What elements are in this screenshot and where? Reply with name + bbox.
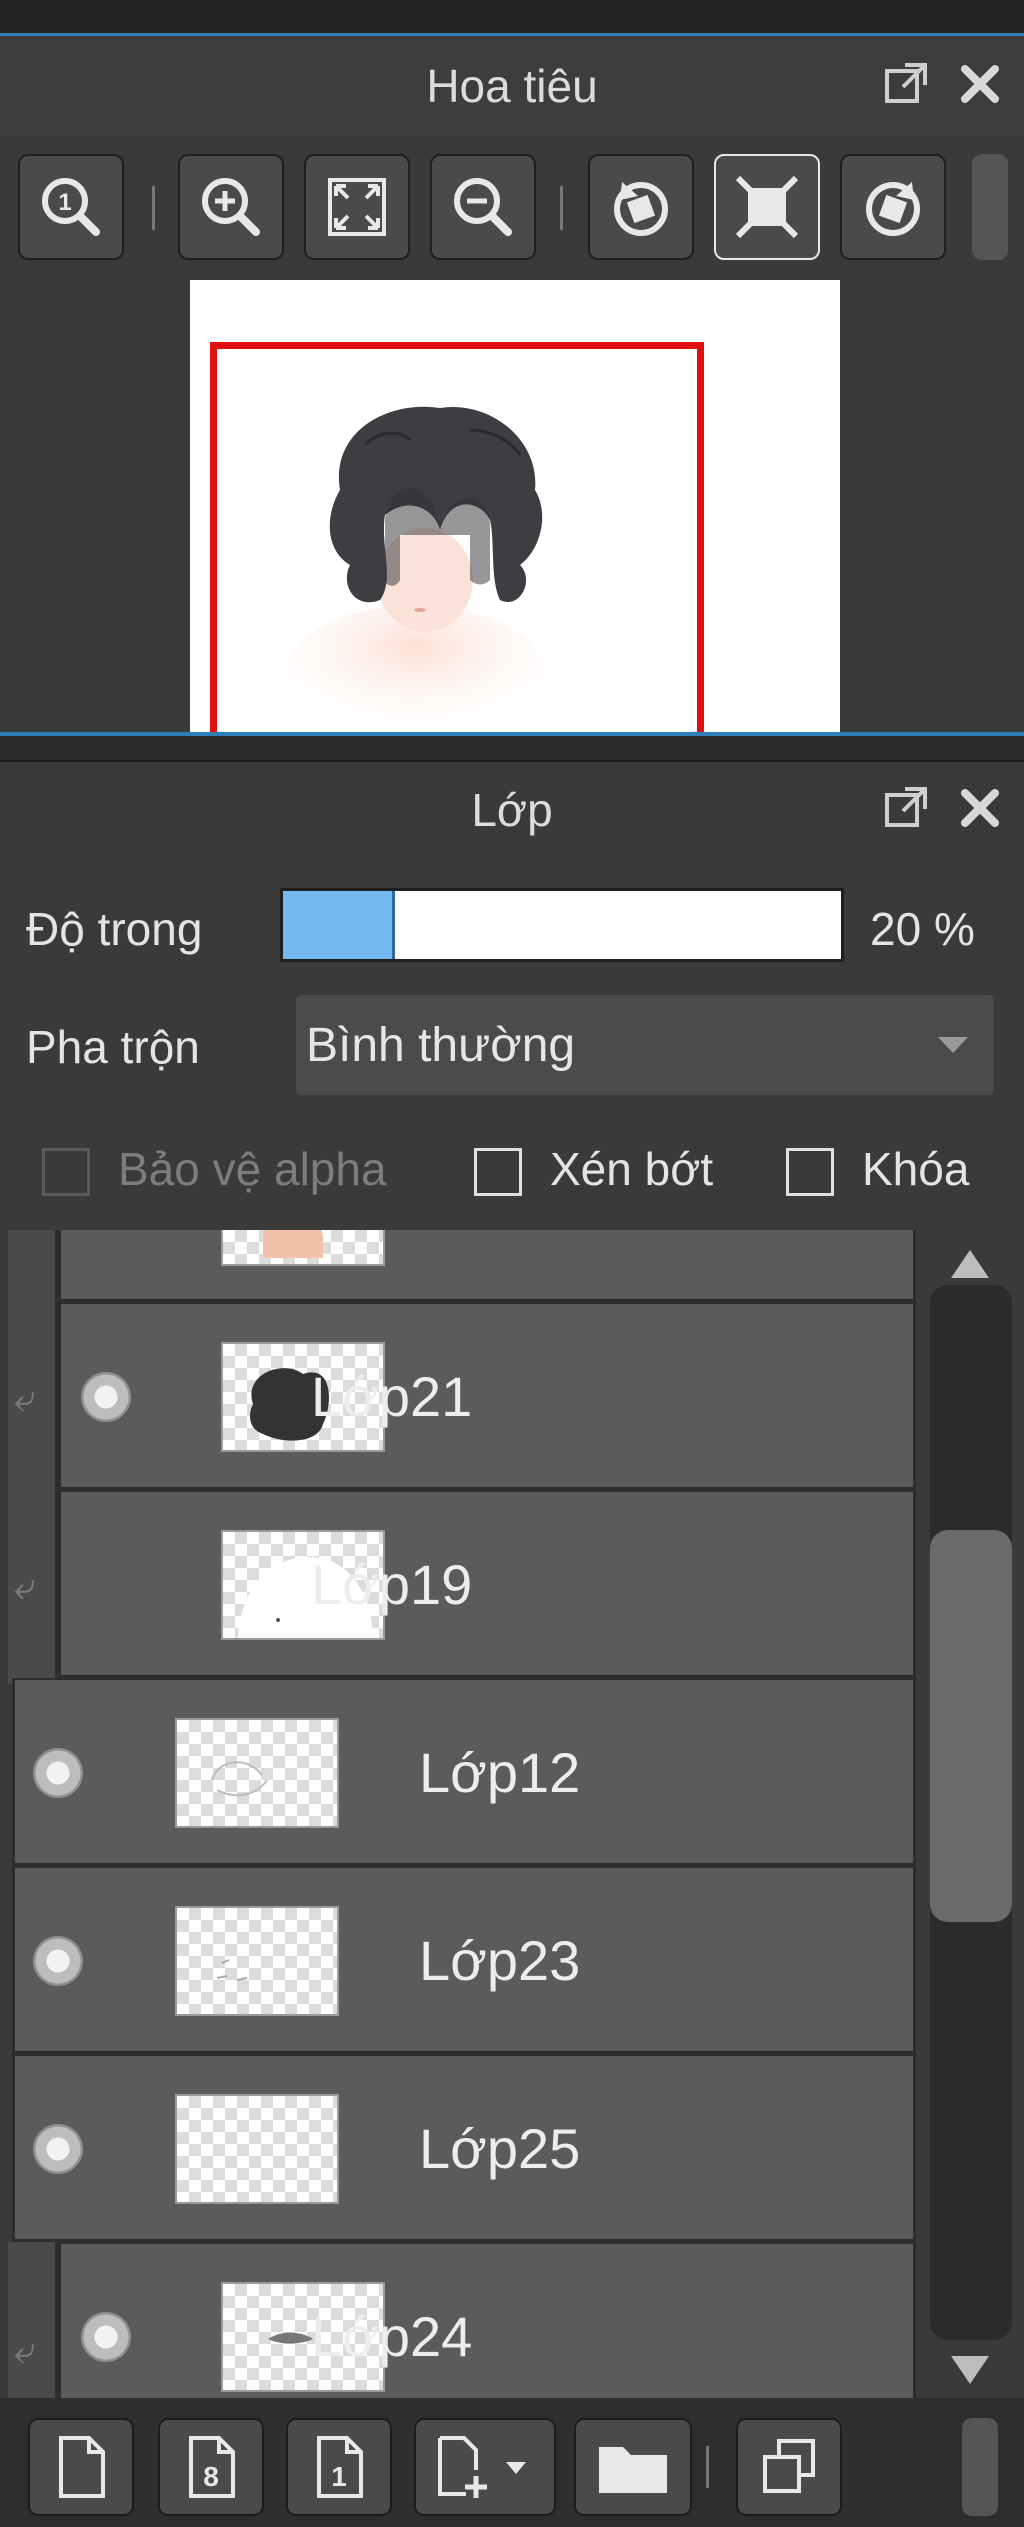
toolbar-separator: [706, 2446, 709, 2488]
rotate-left-icon: [614, 182, 668, 236]
rotate-right-icon: [866, 182, 920, 236]
layer-thumbnail: [175, 2094, 339, 2204]
view-frame[interactable]: [210, 342, 704, 732]
layer-name: Lớp21: [311, 1365, 473, 1428]
svg-text:1: 1: [58, 189, 71, 216]
new-folder-button[interactable]: [574, 2418, 692, 2516]
layer-row[interactable]: [58, 1230, 916, 1302]
layer-row[interactable]: Lớp19: [58, 1490, 916, 1678]
toolbar-separator: [152, 186, 155, 230]
layers-bottom-toolbar: 8 1: [0, 2398, 1024, 2527]
rotate-left-button[interactable]: [588, 154, 694, 260]
blend-mode-select[interactable]: Bình thường: [296, 995, 994, 1095]
scroll-up-arrow[interactable]: [951, 1250, 989, 1278]
clipping-indicator: [8, 1230, 58, 1684]
duplicate-layer-icon: [763, 2439, 815, 2493]
close-icon[interactable]: [954, 782, 1006, 834]
duplicate-layer-button[interactable]: [736, 2418, 842, 2516]
fit-screen-button[interactable]: [304, 154, 410, 260]
fit-screen-icon: [328, 178, 386, 236]
new-layer-icon: [59, 2436, 105, 2498]
scroll-down-arrow[interactable]: [951, 2356, 989, 2384]
opacity-slider-fill: [283, 891, 395, 959]
layer-thumbnail: [175, 1718, 339, 1828]
rotate-reset-icon: [735, 175, 799, 239]
clipping-indicator: [8, 2242, 58, 2398]
new-8bit-layer-icon: 8: [189, 2436, 235, 2498]
layers-title: Lớp: [471, 784, 553, 836]
rotate-right-button[interactable]: [840, 154, 946, 260]
layer-thumbnail: [221, 1230, 385, 1266]
svg-text:1: 1: [331, 2461, 347, 2492]
layer-name: Lớp19: [311, 1553, 473, 1616]
layer-row[interactable]: Lớp12: [12, 1678, 916, 1866]
svg-text:8: 8: [203, 2461, 219, 2492]
zoom-out-icon: [454, 178, 512, 236]
close-icon[interactable]: [954, 58, 1006, 110]
clipping-checkbox[interactable]: [474, 1148, 522, 1196]
lock-label: Khóa: [862, 1143, 970, 1195]
opacity-slider[interactable]: [280, 888, 844, 962]
lock-checkbox[interactable]: [786, 1148, 834, 1196]
clip-arrow-icon: ⤶: [14, 1566, 36, 1608]
bottom-toolbar-scrollbar[interactable]: [962, 2418, 998, 2516]
layer-row[interactable]: Lớp23: [12, 1866, 916, 2054]
top-window-strip: [0, 0, 1024, 36]
zoom-in-button[interactable]: [178, 154, 284, 260]
layer-row[interactable]: Lớp24: [58, 2242, 916, 2398]
blend-mode-label: Pha trộn: [26, 1021, 200, 1073]
zoom-out-button[interactable]: [430, 154, 536, 260]
rotate-reset-button[interactable]: [714, 154, 820, 260]
navigator-preview[interactable]: [0, 278, 1024, 732]
blend-mode-value: Bình thường: [306, 1018, 576, 1072]
layer-row[interactable]: Lớp25: [12, 2054, 916, 2242]
new-1bit-layer-button[interactable]: 1: [286, 2418, 392, 2516]
navigator-toolbar: 1: [0, 136, 1024, 278]
new-folder-icon: [599, 2447, 667, 2493]
layer-list-scrollbar[interactable]: [918, 1230, 1024, 2398]
opacity-label: Độ trong: [26, 903, 203, 955]
layer-name: Lớp25: [419, 2117, 581, 2180]
visibility-eye-icon[interactable]: [33, 2124, 83, 2174]
add-layer-menu-icon: [438, 2436, 526, 2498]
toolbar-scrollbar[interactable]: [972, 154, 1008, 260]
new-layer-button[interactable]: [28, 2418, 134, 2516]
layer-name: Lớp12: [419, 1741, 581, 1804]
layers-header: Lớp: [0, 762, 1024, 858]
protect-alpha-label: Bảo vệ alpha: [118, 1143, 387, 1195]
zoom-actual-icon: 1: [42, 178, 100, 236]
layer-name: Lớp23: [419, 1929, 581, 1992]
visibility-eye-icon[interactable]: [33, 1748, 83, 1798]
visibility-eye-icon[interactable]: [81, 2312, 131, 2362]
navigator-title: Hoa tiêu: [426, 60, 598, 112]
visibility-eye-icon[interactable]: [81, 1372, 131, 1422]
clip-arrow-icon: ⤶: [14, 2330, 36, 2372]
layer-thumbnail: [175, 1906, 339, 2016]
layer-list[interactable]: ⤶ ⤶ Lớp21 Lớp19 Lớp12 Lớp23 Lớp25 ⤶ Lớp2…: [0, 1230, 918, 2398]
zoom-actual-button[interactable]: 1: [18, 154, 124, 260]
popout-icon[interactable]: [880, 58, 932, 110]
new-1bit-layer-icon: 1: [317, 2436, 363, 2498]
popout-icon[interactable]: [880, 782, 932, 834]
panel-splitter[interactable]: [0, 732, 1024, 762]
toolbar-separator: [560, 186, 563, 230]
new-8bit-layer-button[interactable]: 8: [158, 2418, 264, 2516]
opacity-value: 20 %: [870, 903, 975, 955]
layer-name: Lớp24: [311, 2305, 473, 2368]
layer-row[interactable]: Lớp21: [58, 1302, 916, 1490]
chevron-down-icon: [938, 1037, 968, 1053]
clipping-label: Xén bớt: [550, 1143, 714, 1195]
clip-arrow-icon: ⤶: [14, 1378, 36, 1420]
scroll-thumb[interactable]: [930, 1530, 1012, 1922]
protect-alpha-checkbox[interactable]: [42, 1148, 90, 1196]
visibility-eye-icon[interactable]: [33, 1936, 83, 1986]
zoom-in-icon: [202, 178, 260, 236]
add-layer-menu-button[interactable]: [414, 2418, 556, 2516]
navigator-header: Hoa tiêu: [0, 36, 1024, 136]
